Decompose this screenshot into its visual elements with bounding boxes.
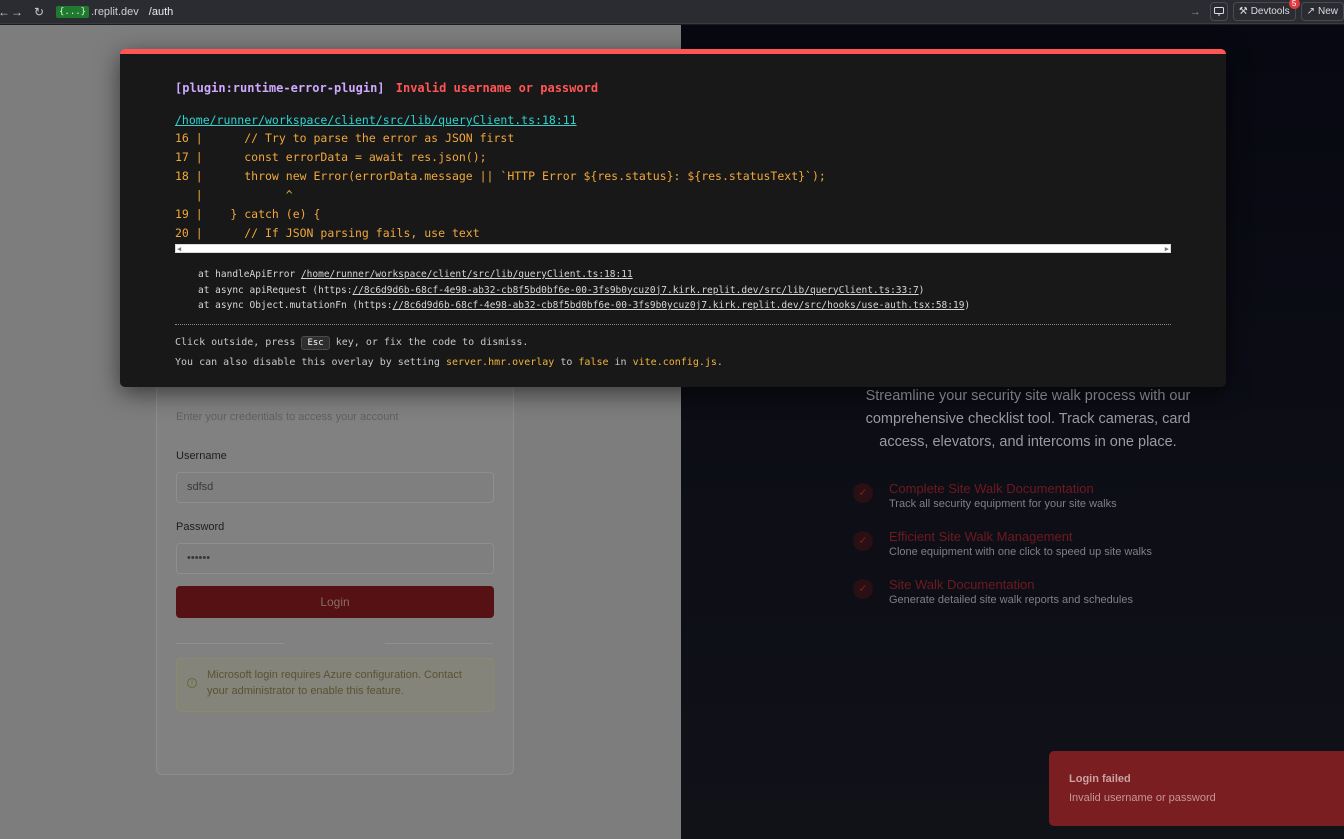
preview-icon[interactable] — [1209, 2, 1228, 21]
feature-desc: Clone equipment with one click to speed … — [889, 546, 1152, 558]
microsoft-login-notice: i Microsoft login requires Azure configu… — [176, 658, 494, 712]
scroll-right-icon[interactable]: ▶ — [1165, 245, 1169, 253]
check-circle-icon: ✓ — [853, 579, 873, 599]
url-subdomain-badge: {...} — [56, 5, 90, 18]
info-icon: i — [187, 678, 197, 688]
divider-left — [176, 643, 284, 644]
address-bar[interactable]: {...} .replit.dev /auth — [56, 5, 174, 18]
code-line: 20 | // If JSON parsing fails, use text — [175, 226, 480, 240]
toast-title: Login failed — [1069, 773, 1131, 785]
scroll-left-icon[interactable]: ◀ — [177, 245, 181, 253]
forward-icon[interactable]: → — [6, 5, 28, 19]
hero-tagline: Streamline your security site walk proce… — [865, 388, 1191, 450]
stack-link[interactable]: /home/runner/workspace/client/src/lib/qu… — [301, 269, 633, 280]
url-path: /auth — [148, 5, 174, 18]
check-circle-icon: ✓ — [853, 483, 873, 503]
toast-description: Invalid username or password — [1069, 792, 1216, 804]
feature-title: Site Walk Documentation — [889, 577, 1035, 592]
stack-frame: at async apiRequest (https://8c6d9d6b-68… — [198, 284, 925, 296]
feature-desc: Track all security equipment for your si… — [889, 498, 1117, 510]
new-tab-button[interactable]: ↗ New — [1300, 2, 1344, 21]
code-line: | ^ — [175, 188, 293, 202]
stack-link[interactable]: //8c6d9d6b-68cf-4e98-ab32-cb8f5bd0bf6e-0… — [352, 285, 918, 296]
error-message: Invalid username or password — [395, 81, 599, 95]
go-arrow-icon[interactable]: → — [1190, 6, 1201, 18]
stack-trace: at handleApiError /home/runner/workspace… — [198, 269, 970, 316]
external-link-icon: ↗ — [1306, 6, 1315, 17]
disable-overlay-tip: You can also disable this overlay by set… — [175, 357, 723, 368]
code-frame: 16 | // Try to parse the error as JSON f… — [175, 131, 826, 245]
url-domain: .replit.dev — [91, 5, 139, 18]
divider-right — [385, 643, 493, 644]
error-file-link[interactable]: /home/runner/workspace/client/src/lib/qu… — [175, 113, 577, 127]
microsoft-notice-text: Microsoft login requires Azure configura… — [207, 669, 462, 697]
code-line: 19 | } catch (e) { — [175, 207, 321, 221]
error-overlay[interactable]: [plugin:runtime-error-plugin] Invalid us… — [120, 49, 1226, 387]
devtools-count-badge: 5 — [1288, 0, 1300, 9]
code-line: 16 | // Try to parse the error as JSON f… — [175, 131, 515, 145]
login-subtitle: Enter your credentials to access your ac… — [176, 411, 399, 423]
login-card: Enter your credentials to access your ac… — [156, 365, 514, 775]
browser-toolbar: ← → ↻ {...} .replit.dev /auth → ⚒ Devtoo… — [0, 0, 1344, 24]
plugin-name: [plugin:runtime-error-plugin] — [175, 81, 385, 95]
stack-frame: at async Object.mutationFn (https://8c6d… — [198, 300, 971, 311]
stack-link[interactable]: //8c6d9d6b-68cf-4e98-ab32-cb8f5bd0bf6e-0… — [392, 300, 964, 311]
setting-name: server.hmr.overlay — [445, 357, 555, 368]
login-failed-toast[interactable]: Login failed Invalid username or passwor… — [1049, 751, 1344, 826]
wrench-icon: ⚒ — [1238, 6, 1248, 17]
feature-title: Efficient Site Walk Management — [889, 529, 1073, 544]
check-circle-icon: ✓ — [853, 531, 873, 551]
config-file: vite.config.js — [632, 357, 717, 368]
new-tab-label: New — [1317, 6, 1338, 17]
feature-desc: Generate detailed site walk reports and … — [889, 594, 1133, 606]
setting-value: false — [578, 357, 609, 368]
username-label: Username — [176, 450, 227, 462]
devtools-button[interactable]: ⚒ Devtools 5 — [1232, 0, 1300, 21]
password-field[interactable]: •••••• — [176, 543, 494, 574]
esc-key: Esc — [301, 336, 330, 350]
error-header: [plugin:runtime-error-plugin] Invalid us… — [175, 81, 598, 95]
horizontal-scrollbar[interactable]: ◀ ▶ — [175, 244, 1171, 253]
username-field[interactable]: sdfsd — [176, 472, 494, 503]
code-line: 17 | const errorData = await res.json(); — [175, 150, 487, 164]
password-label: Password — [176, 521, 225, 533]
code-line: 18 | throw new Error(errorData.message |… — [175, 169, 826, 183]
login-button[interactable]: Login — [176, 586, 494, 618]
stack-frame: at handleApiError /home/runner/workspace… — [198, 269, 633, 280]
feature-title: Complete Site Walk Documentation — [889, 481, 1094, 496]
dismiss-tip: Click outside, press Esc key, or fix the… — [175, 336, 529, 350]
reload-icon[interactable]: ↻ — [28, 5, 50, 19]
tip-divider — [175, 324, 1171, 325]
devtools-label: Devtools — [1250, 6, 1290, 17]
